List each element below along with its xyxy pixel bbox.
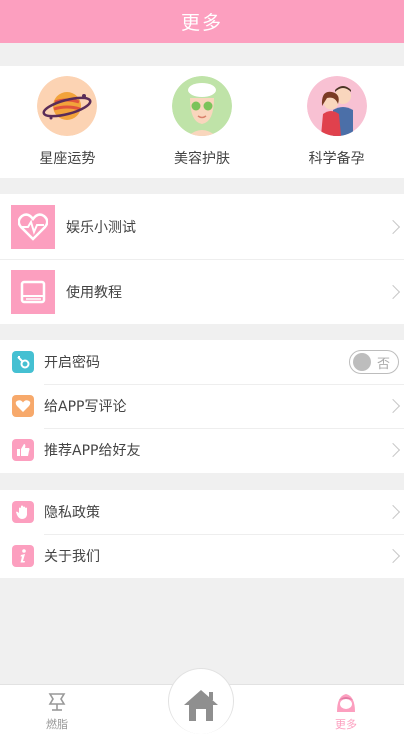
menu-item-tutorial[interactable]: 使用教程 — [0, 259, 404, 324]
feature-pregnancy-label: 科学备孕 — [308, 151, 365, 167]
menu-item-fun-quiz[interactable]: 娱乐小测试 — [0, 194, 404, 259]
heart-comment-icon — [12, 395, 34, 417]
page-title: 更多 — [180, 12, 223, 34]
menu-item-label: 隐私政策 — [44, 505, 100, 521]
thumbs-up-icon — [12, 439, 34, 461]
toggle-knob — [353, 353, 371, 371]
feature-horoscope-label: 星座运势 — [39, 151, 96, 167]
home-icon — [184, 690, 218, 721]
couple-icon — [306, 76, 367, 136]
girl-avatar-icon — [337, 694, 355, 712]
menu-item-label: 给APP写评论 — [44, 399, 127, 415]
info-icon — [12, 545, 34, 567]
menu-item-privacy[interactable]: 隐私政策 — [0, 490, 404, 534]
menu-group-info: 隐私政策 关于我们 — [0, 490, 404, 578]
menu-item-label: 开启密码 — [44, 355, 100, 371]
menu-item-label: 娱乐小测试 — [66, 219, 136, 236]
header-bar: 更多 — [0, 0, 404, 43]
menu-group-app: 开启密码 否 给APP写评论 推荐APP给好友 — [0, 340, 404, 473]
feature-pregnancy[interactable]: 科学备孕 — [269, 66, 404, 178]
planet-icon — [37, 76, 98, 136]
menu-item-label: 关于我们 — [44, 549, 100, 565]
home-button[interactable] — [168, 668, 234, 734]
key-icon — [12, 351, 34, 373]
feature-skincare-label: 美容护肤 — [174, 151, 230, 167]
menu-item-label: 使用教程 — [66, 285, 122, 301]
feature-skincare[interactable]: 美容护肤 — [135, 66, 270, 178]
hand-icon — [12, 501, 34, 523]
chevron-right-icon — [385, 398, 401, 414]
book-icon — [11, 270, 55, 314]
tab-more[interactable]: 更多 — [316, 685, 376, 734]
dumbbell-icon — [48, 693, 66, 711]
chevron-right-icon — [385, 548, 401, 564]
chevron-right-icon — [385, 504, 401, 520]
heartbeat-icon — [11, 204, 55, 249]
menu-item-recommend[interactable]: 推荐APP给好友 — [0, 428, 404, 472]
menu-item-label: 推荐APP给好友 — [44, 443, 141, 459]
chevron-right-icon — [385, 219, 401, 234]
skincare-face-icon — [172, 76, 232, 136]
tab-fat-burn-label: 燃脂 — [46, 718, 68, 731]
chevron-right-icon — [385, 284, 401, 300]
menu-item-password[interactable]: 开启密码 否 — [0, 340, 404, 384]
password-toggle[interactable]: 否 — [349, 350, 399, 374]
menu-group-tools: 娱乐小测试 使用教程 — [0, 194, 404, 324]
menu-item-about[interactable]: 关于我们 — [0, 534, 404, 578]
chevron-right-icon — [385, 442, 401, 458]
menu-item-write-review[interactable]: 给APP写评论 — [0, 384, 404, 428]
tab-fat-burn[interactable]: 燃脂 — [27, 685, 87, 734]
tab-more-label: 更多 — [335, 718, 357, 731]
feature-shortcuts: 星座运势 美容护肤 科学备孕 — [0, 66, 404, 178]
toggle-state-label: 否 — [377, 356, 391, 372]
feature-horoscope[interactable]: 星座运势 — [0, 66, 135, 178]
